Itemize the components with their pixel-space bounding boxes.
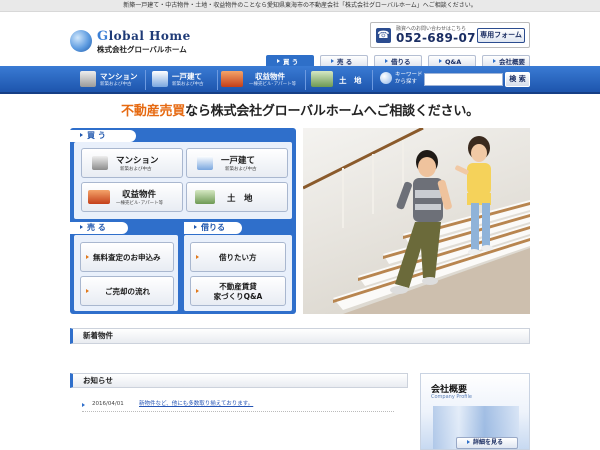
company-profile-box: 会社概要 Company Profile 詳細を見る bbox=[420, 373, 530, 450]
want-to-rent-label: 借りたい方 bbox=[219, 253, 257, 262]
buy-house-sub: 新築および中古 bbox=[225, 167, 257, 172]
nav-divider bbox=[372, 70, 373, 90]
hero-image bbox=[303, 128, 530, 314]
nav-income-property[interactable]: 収益物件 一棟売ビル･アパート等 bbox=[221, 69, 307, 91]
arrow-right-icon bbox=[467, 440, 470, 444]
rent-section: 借りたい方 不動産賃貸 家づくりQ&A bbox=[184, 235, 292, 311]
arrow-right-icon bbox=[331, 59, 334, 63]
nav-mansion[interactable]: マンション 新築および中古 bbox=[80, 69, 142, 91]
buy-income-property-button[interactable]: 収益物件 一棟売ビル･アパート等 bbox=[81, 182, 183, 212]
main-nav: マンション 新築および中古 一戸建て 新築および中古 収益物件 一棟売ビル･アパ… bbox=[0, 66, 600, 94]
buy-section: マンション 新築および中古 一戸建て 新築および中古 収益物件 一棟売ビル･アパ… bbox=[74, 142, 292, 219]
nav-divider bbox=[305, 70, 306, 90]
stairs-family-photo bbox=[303, 128, 530, 314]
buy-section-heading: 買 う bbox=[70, 130, 136, 142]
logo-japanese: 株式会社グローバルホーム bbox=[97, 45, 187, 54]
sale-flow-label: ご売却の流れ bbox=[105, 287, 150, 296]
land-icon bbox=[195, 190, 215, 204]
page-headline: 不動産売買なら株式会社グローバルホームへご相談ください。 bbox=[121, 104, 479, 119]
free-appraisal-button[interactable]: 無料査定のお申込み bbox=[80, 242, 174, 272]
property-menu-panel: 買 う マンション 新築および中古 一戸建て 新築および中古 収益物件 一棟売ビ… bbox=[70, 128, 296, 314]
sale-flow-button[interactable]: ご売却の流れ bbox=[80, 276, 174, 306]
land-icon bbox=[311, 71, 333, 87]
new-properties-heading: 新着物件 bbox=[70, 328, 530, 344]
news-link[interactable]: 新物件など、他にも多数取り揃えております。 bbox=[139, 398, 253, 410]
want-to-rent-button[interactable]: 借りたい方 bbox=[190, 242, 286, 272]
rental-qa-button[interactable]: 不動産賃貸 家づくりQ&A bbox=[190, 276, 286, 306]
arrow-right-icon bbox=[493, 59, 496, 63]
top-tagline: 新築一戸建て・中古物件・土地・収益物件のことなら愛知県東海市の不動産会社「株式会… bbox=[0, 0, 600, 12]
nav-house[interactable]: 一戸建て 新築および中古 bbox=[152, 69, 214, 91]
arrow-right-icon bbox=[277, 59, 280, 63]
buy-house-button[interactable]: 一戸建て 新築および中古 bbox=[186, 148, 288, 178]
free-appraisal-label: 無料査定のお申込み bbox=[93, 253, 161, 262]
arrow-right-icon bbox=[196, 255, 199, 259]
news-heading: お知らせ bbox=[70, 373, 408, 388]
company-subtitle: Company Profile bbox=[431, 394, 472, 400]
buy-mansion-button[interactable]: マンション 新築および中古 bbox=[81, 148, 183, 178]
sell-section-heading: 売 る bbox=[70, 222, 128, 234]
buy-house-label: 一戸建て bbox=[221, 156, 256, 166]
house-icon bbox=[197, 156, 213, 170]
buy-mansion-label: マンション bbox=[116, 156, 159, 166]
keyword-label: キーワード から探す bbox=[395, 72, 423, 85]
arrow-right-icon bbox=[86, 255, 89, 259]
site-logo[interactable]: Global Home 株式会社グローバルホーム bbox=[70, 28, 220, 58]
mansion-icon bbox=[80, 71, 96, 87]
search-input[interactable] bbox=[424, 73, 503, 86]
income-property-icon bbox=[221, 71, 243, 87]
arrow-right-icon bbox=[385, 59, 388, 63]
buy-mansion-sub: 新築および中古 bbox=[120, 167, 152, 172]
search-button[interactable]: 検 索 bbox=[505, 72, 530, 87]
arrow-right-icon bbox=[80, 133, 83, 137]
search-icon bbox=[380, 72, 392, 84]
nav-income-property-sub: 一棟売ビル･アパート等 bbox=[249, 82, 297, 87]
arrow-right-icon bbox=[80, 225, 83, 229]
logo-english: Global Home bbox=[97, 29, 191, 44]
news-date: 2016/04/01 bbox=[92, 401, 124, 407]
nav-divider bbox=[145, 70, 146, 90]
buy-income-property-label: 収益物件 bbox=[122, 190, 157, 200]
globe-icon bbox=[70, 30, 92, 52]
news-item: 2016/04/01 新物件など、他にも多数取り揃えております。 bbox=[82, 398, 394, 412]
bullet-icon bbox=[82, 403, 85, 407]
income-property-icon bbox=[88, 190, 110, 204]
nav-house-sub: 新築および中古 bbox=[172, 82, 204, 87]
arrow-right-icon bbox=[86, 289, 89, 293]
nav-land-label: 土 地 bbox=[339, 76, 362, 85]
nav-land[interactable]: 土 地 bbox=[311, 69, 371, 91]
mansion-icon bbox=[92, 156, 108, 170]
contact-form-button[interactable]: 専用フォーム bbox=[477, 28, 525, 43]
company-details-button[interactable]: 詳細を見る bbox=[456, 437, 518, 449]
nav-mansion-sub: 新築および中古 bbox=[100, 82, 132, 87]
arrow-right-icon bbox=[439, 59, 442, 63]
arrow-right-icon bbox=[194, 225, 197, 229]
phone-icon: ☎ bbox=[376, 28, 391, 43]
rent-section-heading: 借りる bbox=[184, 222, 242, 234]
buy-land-button[interactable]: 土 地 bbox=[186, 182, 288, 212]
sell-section: 無料査定のお申込み ご売却の流れ bbox=[74, 235, 178, 311]
buy-land-label: 土 地 bbox=[227, 194, 253, 204]
nav-divider bbox=[217, 70, 218, 90]
rental-qa-label-line2: 家づくりQ&A bbox=[213, 292, 263, 301]
buy-income-property-sub: 一棟売ビル･アパート等 bbox=[116, 201, 164, 206]
house-icon bbox=[152, 71, 168, 87]
contact-box: ☎ 融資へのお問い合わせはこちら 052-689-0711 専用フォーム bbox=[370, 22, 530, 48]
rental-qa-label-line1: 不動産賃貸 bbox=[219, 282, 257, 291]
